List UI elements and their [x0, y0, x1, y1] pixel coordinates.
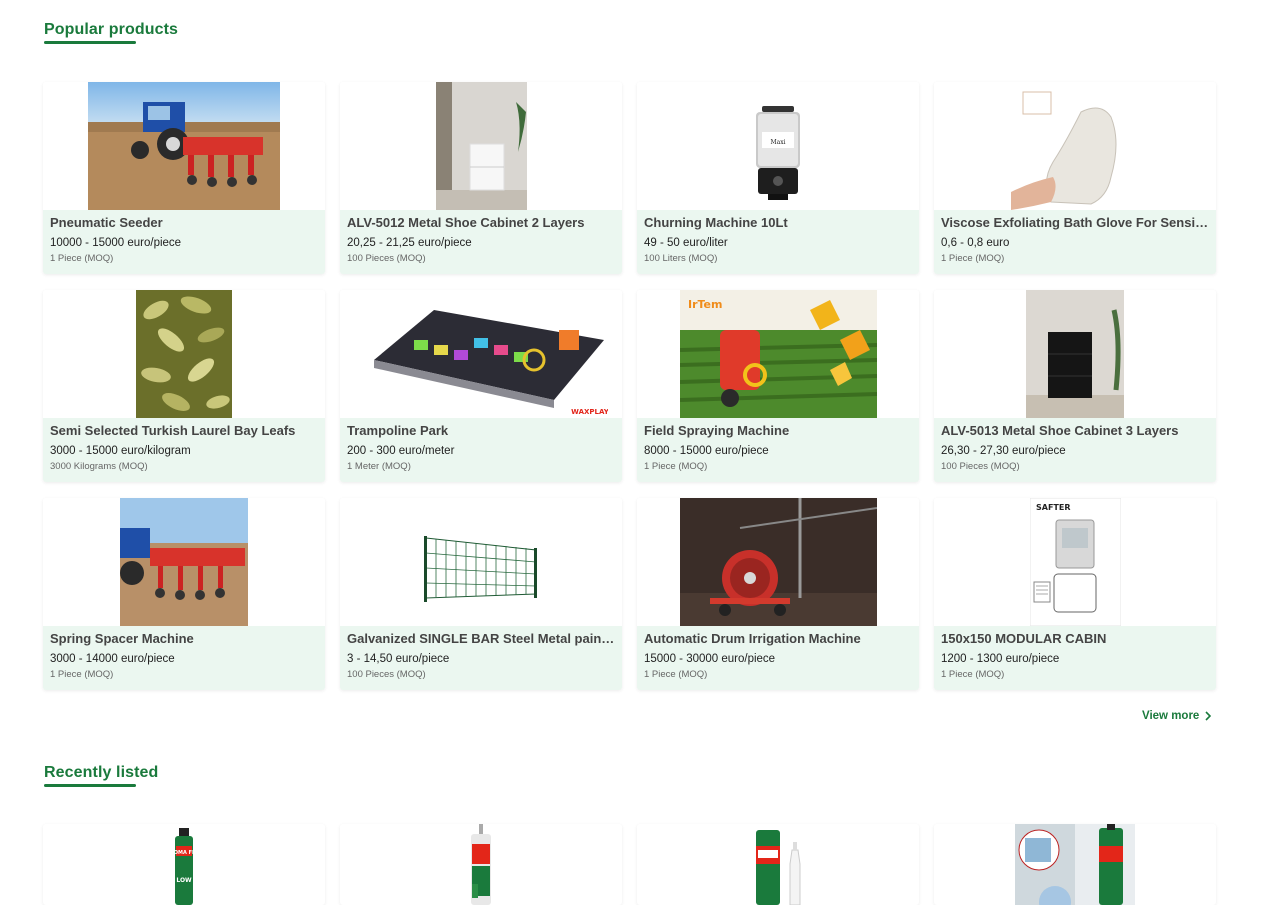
product-moq: 1 Piece (MOQ): [50, 253, 114, 264]
chevron-right-icon: [1205, 711, 1212, 721]
product-image[interactable]: IrTem: [679, 290, 877, 418]
product-card[interactable]: Spring Spacer Machine 3000 - 14000 euro/…: [43, 498, 325, 690]
product-moq: 1 Piece (MOQ): [644, 461, 708, 472]
product-label: LOW: [176, 877, 192, 884]
product-moq: 1 Meter (MOQ): [347, 461, 411, 472]
product-name[interactable]: Pneumatic Seeder: [50, 215, 318, 231]
product-moq: 100 Pieces (MOQ): [347, 253, 426, 264]
product-moq: 1 Piece (MOQ): [941, 253, 1005, 264]
product-image[interactable]: WAXPLAY: [354, 290, 608, 418]
product-card[interactable]: SAFTER 150x150 MODULAR CABIN 1200 - 1300…: [934, 498, 1216, 690]
product-price: 3000 - 15000 euro/kilogram: [50, 445, 191, 457]
product-price: 0,6 - 0,8 euro: [941, 237, 1010, 249]
product-card[interactable]: IrTem Field Spraying Machine 8000 - 1500…: [637, 290, 919, 482]
product-name[interactable]: ALV-5013 Metal Shoe Cabinet 3 Layers: [941, 423, 1209, 439]
product-card[interactable]: Automatic Drum Irrigation Machine 15000 …: [637, 498, 919, 690]
product-moq: 1 Piece (MOQ): [644, 669, 708, 680]
product-price: 3 - 14,50 euro/piece: [347, 653, 450, 665]
product-image[interactable]: [679, 498, 877, 626]
popular-products-heading: Popular products: [44, 21, 179, 38]
product-price: 49 - 50 euro/liter: [644, 237, 728, 249]
product-price: 15000 - 30000 euro/piece: [644, 653, 776, 665]
view-more-link[interactable]: View more: [1142, 710, 1212, 722]
product-card[interactable]: ALV-5012 Metal Shoe Cabinet 2 Layers 20,…: [340, 82, 622, 274]
product-card[interactable]: Semi Selected Turkish Laurel Bay Leafs 3…: [43, 290, 325, 482]
product-card[interactable]: Viscose Exfoliating Bath Glove For Sensi…: [934, 82, 1216, 274]
product-name[interactable]: ALV-5012 Metal Shoe Cabinet 2 Layers: [347, 215, 615, 231]
product-price: 1200 - 1300 euro/piece: [941, 653, 1060, 665]
product-moq: 100 Pieces (MOQ): [347, 669, 426, 680]
popular-products-underline: [44, 41, 136, 44]
recently-listed-underline: [44, 784, 136, 787]
product-card[interactable]: Pneumatic Seeder 10000 - 15000 euro/piec…: [43, 82, 325, 274]
product-name[interactable]: Galvanized SINGLE BAR Steel Metal painte…: [347, 631, 615, 647]
product-price: 26,30 - 27,30 euro/piece: [941, 445, 1066, 457]
product-moq: 1 Piece (MOQ): [50, 669, 114, 680]
product-card[interactable]: [340, 824, 622, 905]
recently-listed-heading: Recently listed: [44, 764, 159, 781]
product-name[interactable]: Trampoline Park: [347, 423, 615, 439]
product-price: 8000 - 15000 euro/piece: [644, 445, 769, 457]
product-card[interactable]: Maxi Churning Machine 10Lt 49 - 50 euro/…: [637, 82, 919, 274]
brand-logo: SOMA FIX: [170, 850, 198, 856]
product-image[interactable]: [136, 290, 232, 418]
product-image[interactable]: [1026, 290, 1124, 418]
product-image[interactable]: [750, 824, 806, 905]
product-image[interactable]: SOMA FIX LOW: [169, 824, 199, 905]
brand-logo: WAXPLAY: [571, 408, 608, 416]
product-card[interactable]: Galvanized SINGLE BAR Steel Metal painte…: [340, 498, 622, 690]
product-price: 200 - 300 euro/meter: [347, 445, 455, 457]
product-name[interactable]: Viscose Exfoliating Bath Glove For Sensi…: [941, 215, 1209, 231]
product-image[interactable]: Maxi: [748, 82, 808, 210]
product-card[interactable]: ALV-5013 Metal Shoe Cabinet 3 Layers 26,…: [934, 290, 1216, 482]
product-card[interactable]: SOMA FIX LOW: [43, 824, 325, 905]
product-name[interactable]: Churning Machine 10Lt: [644, 215, 912, 231]
product-name[interactable]: Automatic Drum Irrigation Machine: [644, 631, 912, 647]
product-price: 20,25 - 21,25 euro/piece: [347, 237, 472, 249]
product-image[interactable]: [1015, 824, 1135, 905]
product-moq: 3000 Kilograms (MOQ): [50, 461, 148, 472]
product-name[interactable]: Field Spraying Machine: [644, 423, 912, 439]
product-image[interactable]: [420, 498, 542, 626]
product-image[interactable]: [88, 82, 280, 210]
svg-text:Maxi: Maxi: [770, 139, 785, 146]
product-image[interactable]: SAFTER: [1029, 498, 1121, 626]
product-image[interactable]: [463, 824, 499, 905]
brand-logo: SAFTER: [1036, 503, 1071, 512]
product-card[interactable]: [637, 824, 919, 905]
product-image[interactable]: [1011, 82, 1139, 210]
product-card[interactable]: [934, 824, 1216, 905]
product-name[interactable]: 150x150 MODULAR CABIN: [941, 631, 1209, 647]
product-name[interactable]: Semi Selected Turkish Laurel Bay Leafs: [50, 423, 318, 439]
product-moq: 100 Pieces (MOQ): [941, 461, 1020, 472]
product-moq: 100 Liters (MOQ): [644, 253, 718, 264]
recently-listed-grid: SOMA FIX LOW: [43, 824, 1216, 905]
product-card[interactable]: WAXPLAY Trampoline Park 200 - 300 euro/m…: [340, 290, 622, 482]
product-price: 10000 - 15000 euro/piece: [50, 237, 182, 249]
product-moq: 1 Piece (MOQ): [941, 669, 1005, 680]
product-name[interactable]: Spring Spacer Machine: [50, 631, 318, 647]
product-image[interactable]: [435, 82, 527, 210]
product-price: 3000 - 14000 euro/piece: [50, 653, 175, 665]
brand-logo: IrTem: [688, 298, 722, 311]
view-more-label: View more: [1142, 710, 1200, 722]
popular-products-grid: Pneumatic Seeder 10000 - 15000 euro/piec…: [43, 82, 1216, 690]
product-image[interactable]: [120, 498, 248, 626]
